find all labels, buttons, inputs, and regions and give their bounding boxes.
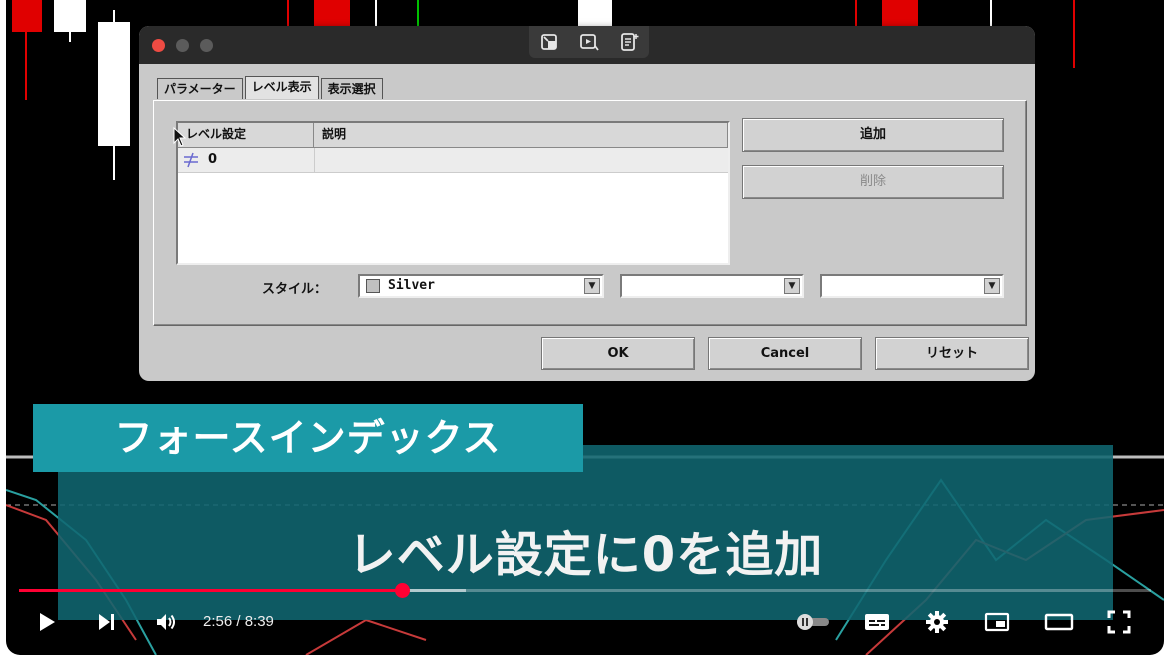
fullscreen-button[interactable]: [1104, 607, 1134, 637]
page: パラメーター レベル表示 表示選択 レベル設定 説明 0 追加 削除 スタイル：…: [0, 0, 1168, 655]
chevron-down-icon[interactable]: ▼: [984, 278, 1000, 294]
miniplayer-icon: [984, 612, 1010, 632]
caption-indicator-name: フォースインデックス: [114, 416, 502, 460]
line-style-select[interactable]: ▼: [620, 274, 804, 298]
level-description[interactable]: [314, 148, 728, 172]
tab-parameters[interactable]: パラメーター: [157, 78, 243, 99]
miniplayer-button[interactable]: [982, 607, 1012, 637]
color-select-value: Silver: [388, 278, 435, 293]
levels-table[interactable]: レベル設定 説明 0: [176, 121, 730, 265]
progress-bar[interactable]: [19, 583, 1151, 598]
table-row[interactable]: 0: [178, 148, 728, 173]
reset-button[interactable]: リセット: [875, 337, 1029, 370]
play-button[interactable]: [32, 607, 62, 637]
delete-level-button[interactable]: 削除: [742, 165, 1004, 199]
close-window-button[interactable]: [152, 39, 165, 52]
chevron-down-icon[interactable]: ▼: [784, 278, 800, 294]
settings-button[interactable]: [922, 607, 952, 637]
indicator-properties-dialog: パラメーター レベル表示 表示選択 レベル設定 説明 0 追加 削除 スタイル：…: [139, 26, 1035, 381]
ok-button[interactable]: OK: [541, 337, 695, 370]
color-swatch: [366, 279, 380, 293]
line-width-select[interactable]: ▼: [820, 274, 1004, 298]
fullscreen-icon: [1107, 610, 1131, 634]
column-header-description[interactable]: 説明: [314, 123, 728, 147]
maximize-window-button[interactable]: [200, 39, 213, 52]
subtitles-button[interactable]: [862, 607, 892, 637]
tab-display-selection[interactable]: 表示選択: [320, 78, 383, 99]
mute-button[interactable]: [152, 607, 182, 637]
mouse-cursor-icon: [173, 127, 187, 147]
play-icon: [40, 613, 55, 631]
progress-played: [19, 589, 403, 592]
column-header-level[interactable]: レベル設定: [178, 123, 314, 147]
screen-tool-group: [529, 26, 649, 58]
pip-toggle-icon[interactable]: [538, 31, 560, 53]
level-display-panel: レベル設定 説明 0 追加 削除 スタイル： Silver ▼ ▼ ▼: [153, 100, 1027, 326]
theater-mode-button[interactable]: [1042, 607, 1076, 637]
cancel-button[interactable]: Cancel: [708, 337, 862, 370]
color-select[interactable]: Silver ▼: [358, 274, 604, 298]
video-player[interactable]: パラメーター レベル表示 表示選択 レベル設定 説明 0 追加 削除 スタイル：…: [6, 0, 1164, 655]
volume-icon: [157, 614, 175, 630]
dialog-titlebar: [139, 26, 1035, 64]
autoplay-toggle-icon: [797, 614, 829, 630]
screenshot-video-icon[interactable]: [578, 31, 600, 53]
time-display: 2:56 / 8:39: [203, 613, 274, 630]
level-line-icon: [182, 148, 204, 172]
add-level-button[interactable]: 追加: [742, 118, 1004, 152]
chevron-down-icon[interactable]: ▼: [584, 278, 600, 294]
minimize-window-button[interactable]: [176, 39, 189, 52]
theater-mode-icon: [1044, 613, 1074, 631]
next-icon: [99, 614, 114, 630]
caption-instruction: レベル設定に0を追加: [347, 527, 824, 583]
levels-table-header: レベル設定 説明: [178, 123, 728, 148]
notes-add-icon[interactable]: [618, 31, 640, 53]
subtitles-icon: [865, 614, 889, 630]
level-value[interactable]: 0: [208, 148, 308, 172]
autoplay-toggle[interactable]: [792, 607, 834, 637]
style-label: スタイル：: [262, 282, 328, 297]
settings-gear-icon: [926, 611, 948, 633]
tab-bar: パラメーター レベル表示 表示選択: [157, 76, 385, 100]
caption-band-indicator: フォースインデックス: [33, 404, 583, 472]
tab-level-display[interactable]: レベル表示: [244, 76, 319, 99]
next-video-button[interactable]: [92, 607, 122, 637]
